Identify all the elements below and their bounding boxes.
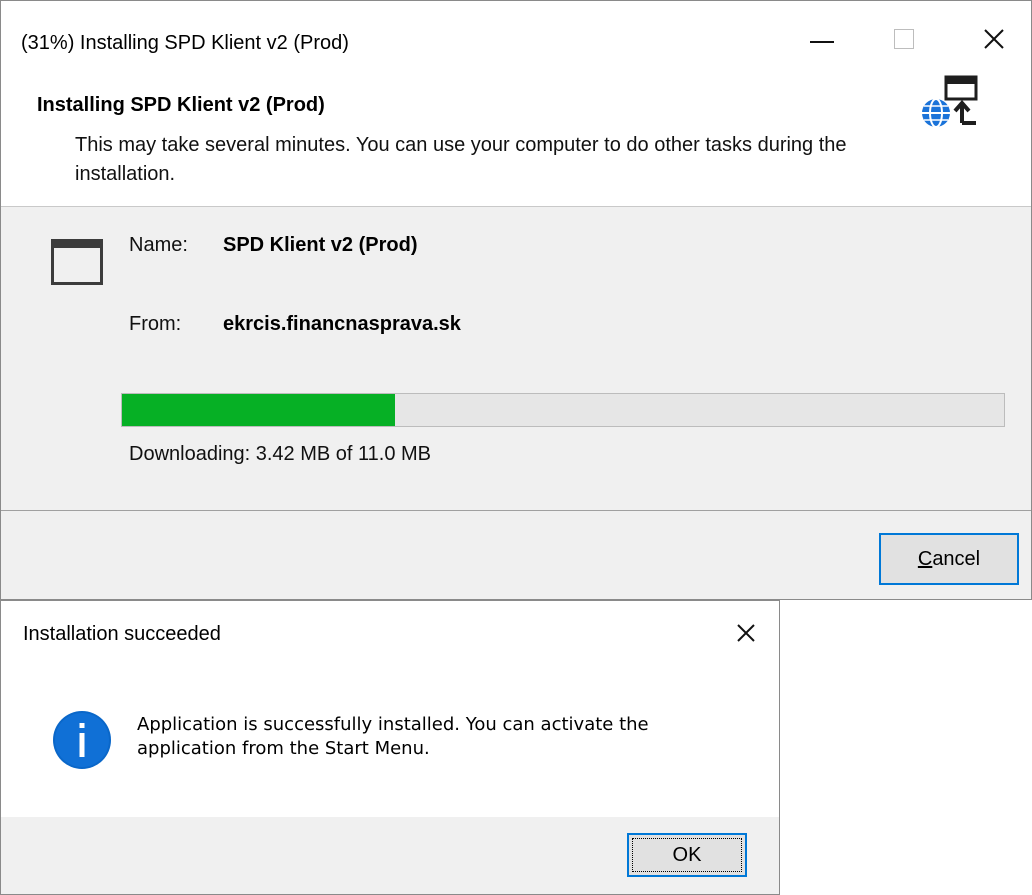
application-window-icon <box>51 239 103 285</box>
installer-titlebar[interactable]: (31%) Installing SPD Klient v2 (Prod) <box>1 1 1031 73</box>
from-label: From: <box>129 313 182 335</box>
ok-button[interactable]: OK <box>627 833 747 877</box>
success-dialog-title: Installation succeeded <box>23 623 221 645</box>
progress-bar-fill <box>122 394 396 426</box>
download-progress-bar <box>121 393 1005 427</box>
dialog-close-button[interactable] <box>723 613 769 653</box>
maximize-icon <box>894 29 914 49</box>
success-dialog-footer: OK <box>1 817 779 894</box>
close-icon <box>984 29 1004 49</box>
installer-footer: Cancel <box>1 511 1031 599</box>
minimize-button[interactable] <box>791 13 853 65</box>
minimize-icon <box>810 41 834 43</box>
download-status-text: Downloading: 3.42 MB of 11.0 MB <box>129 443 432 465</box>
installer-header-title: Installing SPD Klient v2 (Prod) <box>37 94 325 116</box>
name-label: Name: <box>129 234 188 256</box>
installer-window-title: (31%) Installing SPD Klient v2 (Prod) <box>21 32 349 54</box>
cancel-button-label: ancel <box>932 547 981 570</box>
installer-window: (31%) Installing SPD Klient v2 (Prod) In… <box>0 0 1032 600</box>
close-icon <box>737 624 755 642</box>
cancel-button[interactable]: Cancel <box>879 533 1019 585</box>
globe-deploy-icon <box>922 75 978 128</box>
from-value: ekrcis.financnasprava.sk <box>223 313 461 335</box>
focus-rectangle <box>632 838 742 872</box>
success-message: Application is successfully installed. Y… <box>137 714 649 759</box>
installer-header-description: This may take several minutes. You can u… <box>75 134 847 185</box>
cancel-accelerator-key: C <box>917 547 933 570</box>
desktop-screen: (31%) Installing SPD Klient v2 (Prod) In… <box>0 0 1032 895</box>
close-button[interactable] <box>963 13 1025 65</box>
information-icon <box>53 711 111 769</box>
installer-details-panel: Name: SPD Klient v2 (Prod) From: ekrcis.… <box>1 206 1031 511</box>
maximize-button[interactable] <box>873 13 935 65</box>
success-dialog: Installation succeeded Application is su… <box>0 600 780 895</box>
name-value: SPD Klient v2 (Prod) <box>223 234 418 256</box>
